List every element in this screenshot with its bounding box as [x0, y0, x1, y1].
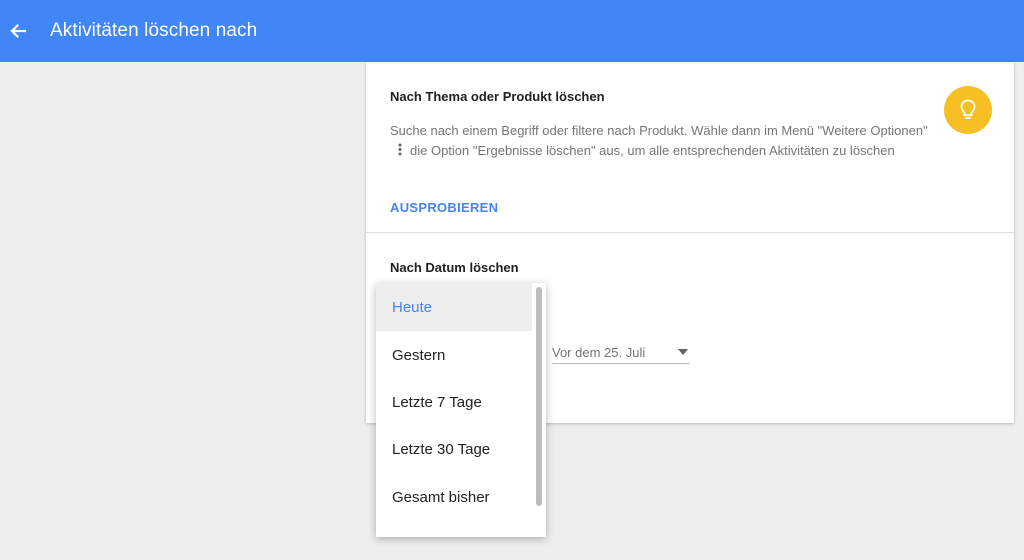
description-text-part2: die Option "Ergebnisse löschen" aus, um …: [410, 143, 895, 158]
back-button[interactable]: [4, 17, 32, 45]
dropdown-item-today[interactable]: Heute: [376, 283, 532, 331]
date-select-value: Vor dem 25. Juli: [552, 345, 646, 360]
more-vert-icon: [398, 143, 402, 156]
topic-section-description: Suche nach einem Begriff oder filtere na…: [390, 121, 930, 161]
dropdown-item-all-time[interactable]: Gesamt bisher: [376, 473, 532, 521]
dropdown-arrow-icon: [678, 349, 688, 355]
dropdown-item-yesterday[interactable]: Gestern: [376, 331, 532, 379]
dropdown-scrollbar[interactable]: [536, 287, 542, 506]
lightbulb-icon: [960, 99, 976, 119]
topic-section: Nach Thema oder Produkt löschen Suche na…: [366, 62, 1014, 233]
dropdown-item-last-7-days[interactable]: Letzte 7 Tage: [376, 378, 532, 426]
lightbulb-badge: [944, 86, 992, 134]
date-range-select[interactable]: Vor dem 25. Juli: [552, 345, 690, 364]
dropdown-item-last-30-days[interactable]: Letzte 30 Tage: [376, 425, 532, 473]
app-bar: Aktivitäten löschen nach: [0, 0, 1024, 62]
date-section-title: Nach Datum löschen: [390, 260, 519, 275]
try-it-link[interactable]: AUSPROBIEREN: [390, 200, 498, 215]
description-text-part1: Suche nach einem Begriff oder filtere na…: [390, 123, 928, 138]
arrow-back-icon: [10, 23, 27, 39]
page-title: Aktivitäten löschen nach: [50, 20, 258, 41]
date-range-dropdown: Heute Gestern Letzte 7 Tage Letzte 30 Ta…: [376, 283, 546, 537]
topic-section-title: Nach Thema oder Produkt löschen: [390, 89, 605, 104]
